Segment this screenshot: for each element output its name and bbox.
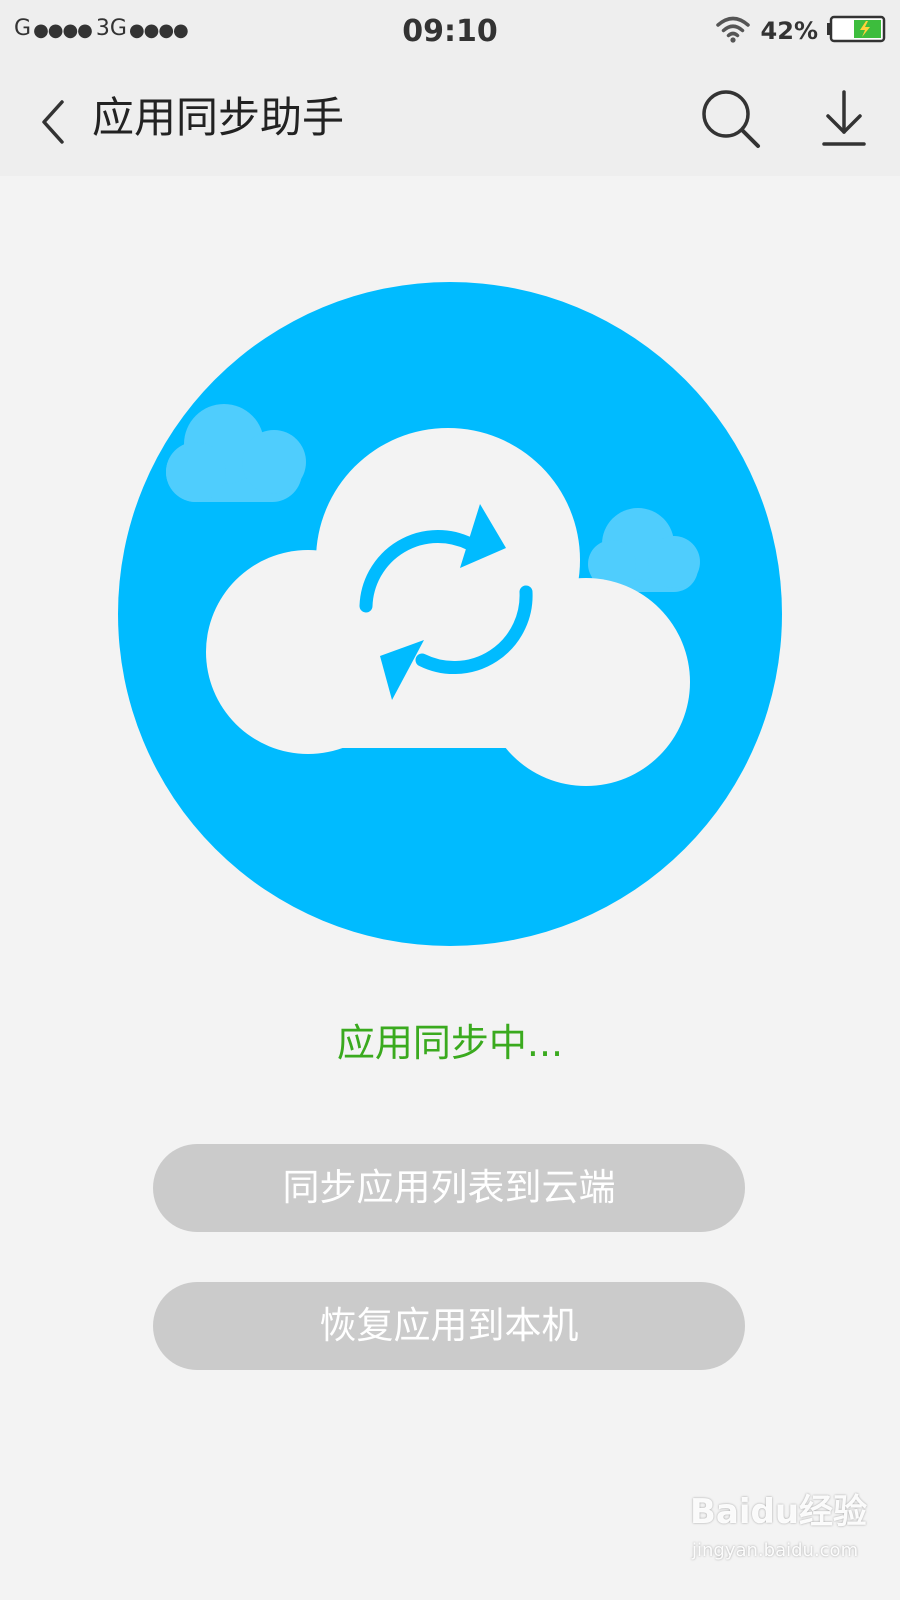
sync-to-cloud-button[interactable]: 同步应用列表到云端 xyxy=(153,1144,745,1232)
restore-to-device-button[interactable]: 恢复应用到本机 xyxy=(153,1282,745,1370)
download-button[interactable] xyxy=(820,88,868,152)
search-icon xyxy=(702,90,760,148)
back-button[interactable] xyxy=(36,94,76,150)
battery-percent: 42% xyxy=(760,17,818,45)
watermark-brand: Baidu经验 xyxy=(690,1492,868,1532)
baidu-watermark: Baidu经验 jingyan.baidu.com xyxy=(690,1484,880,1580)
cloud-sync-icon xyxy=(118,282,782,946)
watermark-url: jingyan.baidu.com xyxy=(692,1540,859,1561)
status-bar: G ●●●● 3G ●●●● 09:10 42% xyxy=(0,0,900,64)
download-icon xyxy=(822,90,866,146)
battery-charging-icon xyxy=(826,15,886,47)
navigation-bar: 应用同步助手 xyxy=(0,64,900,176)
page-title: 应用同步助手 xyxy=(92,93,345,142)
back-icon xyxy=(42,100,64,144)
cloud-sync-illustration xyxy=(118,282,782,946)
search-button[interactable] xyxy=(700,88,764,152)
sync-status-text: 应用同步中... xyxy=(336,1021,564,1065)
status-right: 42% xyxy=(715,14,886,48)
wifi-icon xyxy=(715,14,751,48)
